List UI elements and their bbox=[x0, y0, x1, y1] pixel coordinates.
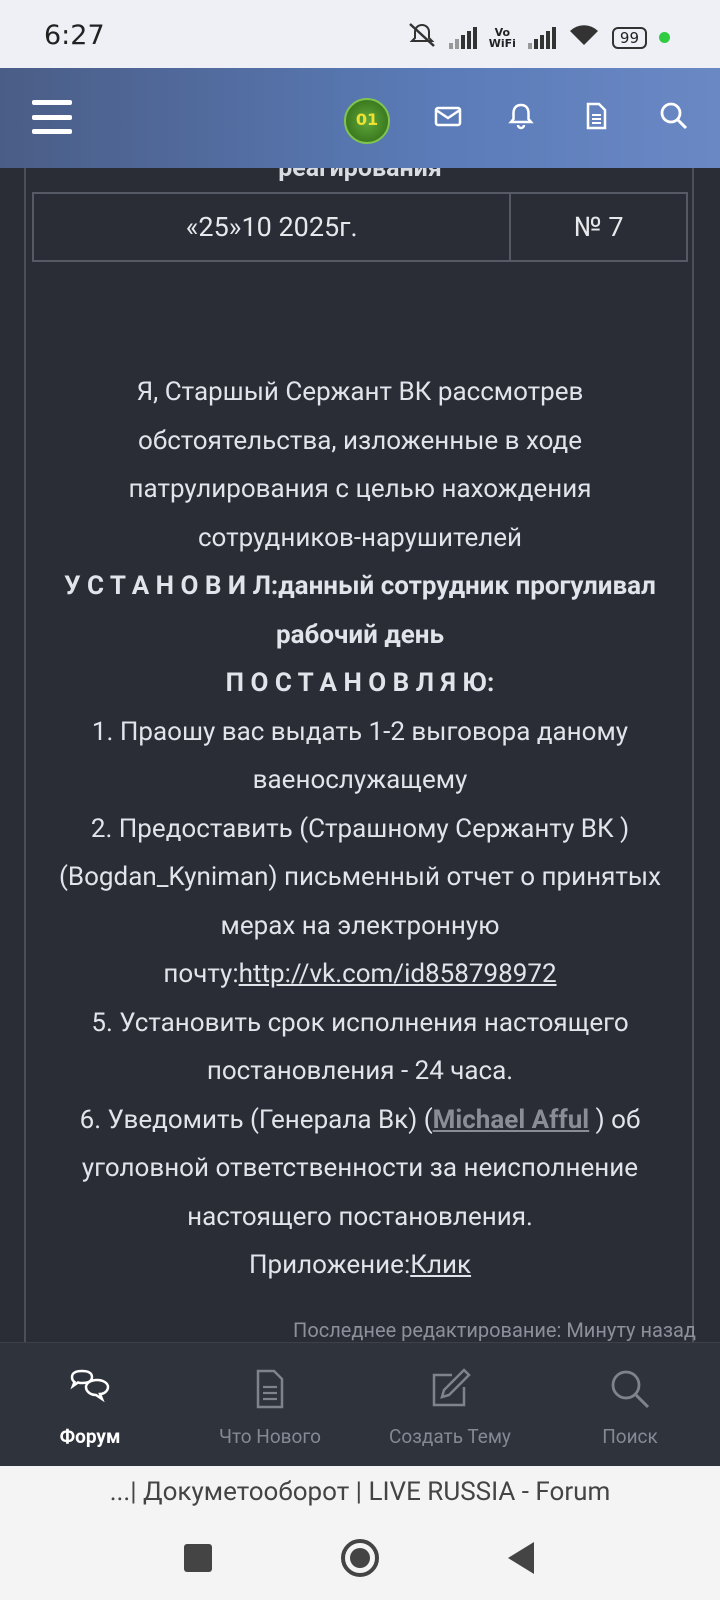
tab-label: Форум bbox=[59, 1425, 121, 1448]
avatar[interactable]: 01 bbox=[344, 98, 390, 144]
list-item: 2. Предоставить (Страшному Сержанту ВК )… bbox=[59, 813, 661, 990]
recent-apps-button[interactable] bbox=[176, 1536, 220, 1580]
paragraph-intro: Я, Старшый Сержант ВК рассмотрев обстоят… bbox=[128, 377, 592, 553]
attachment-link[interactable]: Клик bbox=[410, 1250, 471, 1280]
tab-search[interactable]: Поиск bbox=[540, 1343, 720, 1467]
document-icon bbox=[246, 1365, 294, 1413]
browser-title-bar[interactable]: ...| Докуметооборот | LIVE RUSSIA - Foru… bbox=[0, 1466, 720, 1518]
document-header-table: «25»10 2025г. № 7 bbox=[31, 192, 688, 262]
email-link[interactable]: http://vk.com/id858798972 bbox=[239, 959, 557, 989]
status-time: 6:27 bbox=[44, 20, 105, 51]
edit-icon bbox=[426, 1365, 474, 1413]
tab-label: Что Нового bbox=[218, 1425, 322, 1448]
tab-label: Поиск bbox=[602, 1425, 658, 1448]
battery-icon: 99 bbox=[611, 26, 647, 49]
attachment-line: Приложение:Клик bbox=[248, 1250, 472, 1280]
document-body: Я, Старшый Сержант ВК рассмотрев обстоят… bbox=[30, 368, 690, 1290]
document-icon[interactable] bbox=[580, 100, 612, 132]
resolve-heading: П О С Т А Н О В Л Я Ю: bbox=[225, 668, 495, 698]
back-button[interactable] bbox=[500, 1536, 544, 1580]
status-bar: 6:27 Vo WiFi 99 bbox=[0, 0, 720, 68]
established-section: У С Т А Н О В И Л:данный сотрудник прогу… bbox=[64, 571, 656, 650]
bottom-tab-bar: Форум Что Нового Создать Тему Поиск bbox=[0, 1342, 720, 1467]
mail-icon[interactable] bbox=[432, 100, 464, 132]
menu-icon[interactable] bbox=[32, 100, 72, 134]
forum-icon bbox=[66, 1365, 114, 1413]
vowifi-icon: Vo WiFi bbox=[488, 25, 516, 50]
tab-whats-new[interactable]: Что Нового bbox=[180, 1343, 360, 1467]
cell-signal-2-icon bbox=[527, 26, 556, 49]
wifi-icon bbox=[568, 23, 600, 52]
document-date: «25»10 2025г. bbox=[31, 192, 512, 262]
bell-icon[interactable] bbox=[505, 100, 537, 132]
tab-forum[interactable]: Форум bbox=[0, 1343, 180, 1467]
edited-note: Последнее редактирование: Минуту назад bbox=[293, 1318, 696, 1342]
list-item: 1. Праошу вас выдать 1-2 выговора даному… bbox=[91, 716, 629, 796]
list-item: 6. Уведомить (Генерала Вк) (Michael Affu… bbox=[79, 1104, 641, 1232]
mute-icon bbox=[407, 22, 437, 53]
document-title-partial: реагирования bbox=[278, 168, 442, 183]
status-icons: Vo WiFi 99 bbox=[407, 22, 670, 53]
app-header: 01 bbox=[0, 68, 720, 168]
tab-label: Создать Тему bbox=[389, 1425, 511, 1448]
home-button[interactable] bbox=[338, 1536, 382, 1580]
system-nav-bar bbox=[0, 1518, 720, 1600]
document-number: № 7 bbox=[509, 192, 688, 262]
user-mention-link[interactable]: Michael Afful bbox=[433, 1105, 590, 1135]
search-icon[interactable] bbox=[658, 100, 690, 132]
tab-create-topic[interactable]: Создать Тему bbox=[360, 1343, 540, 1467]
privacy-dot-icon bbox=[659, 32, 670, 43]
list-item: 5. Установить срок исполнения настоящего… bbox=[91, 1007, 629, 1087]
search-icon bbox=[606, 1365, 654, 1413]
cell-signal-icon bbox=[448, 26, 477, 49]
post-content: реагирования «25»10 2025г. № 7 Я, Старшы… bbox=[0, 168, 720, 1342]
